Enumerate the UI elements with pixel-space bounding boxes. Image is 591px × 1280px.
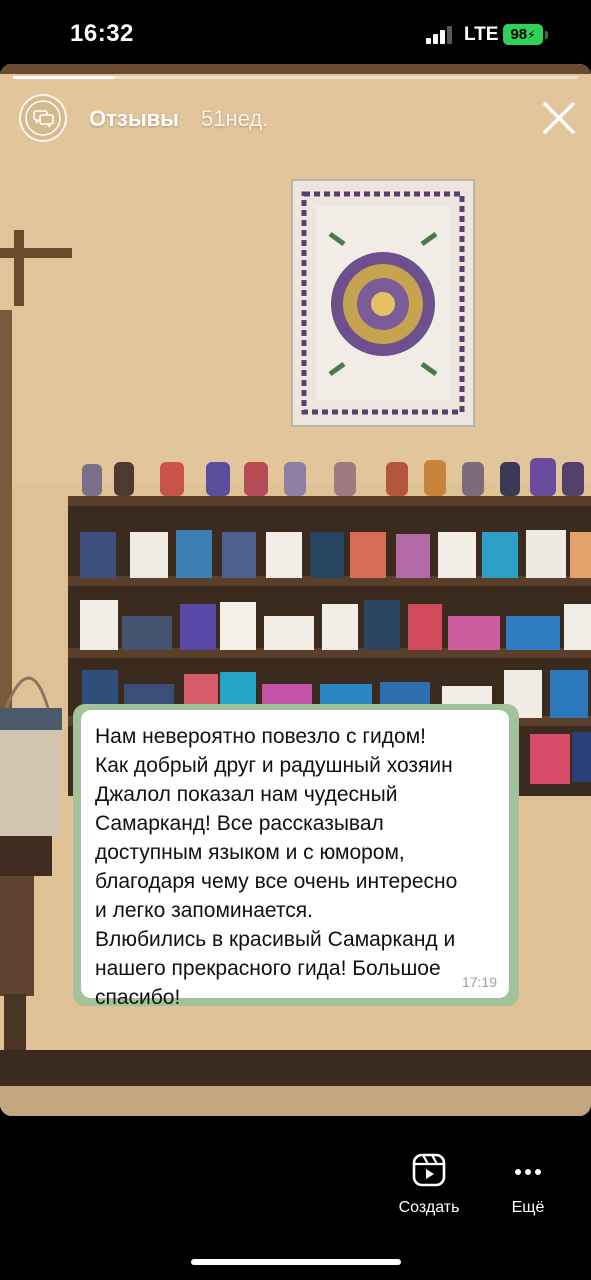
bottom-action-bar: Создать Ещё <box>0 1116 591 1280</box>
home-indicator[interactable] <box>191 1259 401 1265</box>
reels-create-icon <box>412 1153 446 1187</box>
create-button[interactable]: Создать <box>388 1152 470 1217</box>
message-time: 17:19 <box>461 974 497 990</box>
review-card: Нам невероятно повезло с гидом! Как добры… <box>73 704 519 1009</box>
review-text: Нам невероятно повезло с гидом! Как добры… <box>95 725 458 1009</box>
review-message-bubble: Нам невероятно повезло с гидом! Как добры… <box>81 710 509 1009</box>
create-label: Создать <box>398 1199 460 1216</box>
story-viewer[interactable]: Отзывы 51нед. Нам невероятно повезло с г… <box>0 64 591 1116</box>
story-progress-bar <box>13 76 578 79</box>
signal-icon <box>426 26 454 44</box>
battery-cap <box>545 31 548 39</box>
account-avatar[interactable] <box>19 94 67 142</box>
more-icon <box>515 1169 541 1175</box>
more-label: Ещё <box>511 1199 545 1216</box>
close-button[interactable] <box>541 100 577 136</box>
battery-icon: 98⚡ <box>503 24 543 45</box>
more-button[interactable]: Ещё <box>498 1152 558 1217</box>
post-age: 51нед. <box>201 106 269 131</box>
network-type: LTE <box>464 24 499 45</box>
story-progress-fill <box>13 76 115 79</box>
chat-bubbles-icon <box>25 100 61 136</box>
status-bar: 16:32 LTE 98⚡ <box>0 0 591 64</box>
battery-level: 98 <box>510 26 528 43</box>
status-time: 16:32 <box>70 20 134 47</box>
close-icon <box>543 102 575 134</box>
account-name[interactable]: Отзывы <box>89 106 179 132</box>
